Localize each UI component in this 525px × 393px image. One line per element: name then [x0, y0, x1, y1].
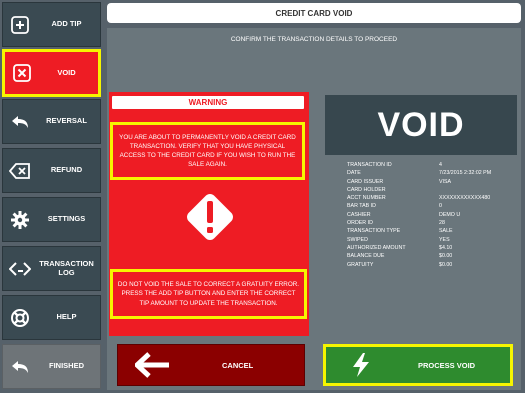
sidebar: ADD TIP VOID REVERSAL REFUND SETTINGS TR… — [0, 0, 104, 393]
detail-row: TRANSACTION TYPE SALE — [347, 228, 517, 236]
sidebar-item-label: HELP — [56, 312, 77, 322]
lifebuoy-icon — [3, 308, 37, 328]
arrow-left-icon — [118, 352, 188, 378]
detail-row: DATE 7/23/2015 2:32:02 PM — [347, 170, 517, 178]
sidebar-item-help[interactable]: HELP — [2, 295, 101, 340]
sidebar-item-settings[interactable]: SETTINGS — [2, 197, 101, 242]
detail-row: SWIPED YES — [347, 237, 517, 245]
detail-label: TRANSACTION TYPE — [347, 228, 401, 235]
detail-label: DATE — [347, 170, 361, 177]
sidebar-item-label: SETTINGS — [47, 214, 86, 224]
detail-label: SWIPED — [347, 236, 368, 243]
detail-value: SALE — [439, 228, 453, 235]
confirm-instruction: CONFIRM THE TRANSACTION DETAILS TO PROCE… — [230, 36, 398, 43]
detail-row: CARD ISSUER VISA — [347, 179, 517, 187]
process-void-button[interactable]: PROCESS VOID — [323, 344, 513, 386]
sidebar-item-refund[interactable]: REFUND — [2, 148, 101, 193]
detail-row: TRANSACTION ID 4 — [347, 162, 517, 170]
app-root: ADD TIP VOID REVERSAL REFUND SETTINGS TR… — [0, 0, 525, 393]
sidebar-item-reversal[interactable]: REVERSAL — [2, 99, 101, 144]
sidebar-item-finished[interactable]: FINISHED — [2, 344, 101, 389]
detail-label: AUTHORIZED AMOUNT — [347, 244, 406, 251]
detail-value: $0.00 — [439, 253, 453, 260]
sidebar-item-transaction-log[interactable]: TRANSACTION LOG — [2, 246, 101, 291]
sidebar-item-label: REFUND — [50, 165, 83, 175]
detail-label: ORDER ID — [347, 220, 373, 227]
sidebar-item-label: FINISHED — [48, 361, 84, 371]
detail-value: 28 — [439, 220, 445, 227]
sidebar-item-label: REVERSAL — [46, 116, 87, 126]
detail-row: BAR TAB ID 0 — [347, 203, 517, 211]
page-title: CREDIT CARD VOID — [107, 3, 521, 23]
detail-value: VISA — [439, 178, 452, 185]
reply-arrow-icon — [3, 112, 37, 132]
detail-label: CARD ISSUER — [347, 178, 384, 185]
detail-row: CASHIER DEMO U — [347, 212, 517, 220]
void-display: VOID — [325, 95, 517, 155]
sidebar-item-label: VOID — [57, 67, 76, 77]
detail-row: GRATUITY $0.00 — [347, 262, 517, 270]
cancel-label: CANCEL — [222, 360, 254, 370]
cancel-button[interactable]: CANCEL — [117, 344, 305, 386]
detail-value: 0 — [439, 203, 442, 210]
detail-label: ACCT NUMBER — [347, 195, 386, 202]
gratuity-notice-text: DO NOT VOID THE SALE TO CORRECT A GRATUI… — [117, 281, 300, 307]
lightning-icon — [326, 352, 396, 378]
sidebar-item-add-tip[interactable]: ADD TIP — [2, 2, 101, 47]
transaction-details: TRANSACTION ID 4 DATE 7/23/2015 2:32:02 PM… — [347, 162, 517, 270]
gear-icon — [3, 210, 37, 230]
detail-row: ORDER ID 28 — [347, 220, 517, 228]
detail-label: BAR TAB ID — [347, 203, 376, 210]
detail-label: CARD HOLDER — [347, 186, 386, 193]
sidebar-item-label: ADD TIP — [51, 19, 82, 29]
detail-label: TRANSACTION ID — [347, 162, 392, 168]
reply-arrow-icon — [3, 357, 37, 377]
sidebar-item-label: TRANSACTION LOG — [39, 258, 94, 277]
process-void-label: PROCESS VOID — [418, 360, 476, 370]
warning-message-text: YOU ARE ABOUT TO PERMANENTLY VOID A CRED… — [119, 133, 296, 169]
detail-label: BALANCE DUE — [347, 253, 385, 260]
detail-row: AUTHORIZED AMOUNT $4.10 — [347, 245, 517, 253]
code-brackets-icon — [3, 261, 37, 277]
detail-value: $0.00 — [439, 261, 453, 268]
detail-row: ACCT NUMBER XXXXXXXXXXXX480 — [347, 195, 517, 203]
detail-label: GRATUITY — [347, 261, 374, 268]
detail-value: YES — [439, 236, 450, 243]
warning-message: YOU ARE ABOUT TO PERMANENTLY VOID A CRED… — [110, 122, 305, 180]
sidebar-item-void[interactable]: VOID — [2, 49, 101, 97]
detail-row: CARD HOLDER — [347, 187, 517, 195]
backspace-icon — [3, 162, 37, 180]
detail-row: BALANCE DUE $0.00 — [347, 253, 517, 261]
detail-value: DEMO U — [439, 211, 461, 218]
gratuity-notice: DO NOT VOID THE SALE TO CORRECT A GRATUI… — [110, 269, 307, 319]
detail-value: 7/23/2015 2:32:02 PM — [439, 170, 492, 177]
main-panel: CONFIRM THE TRANSACTION DETAILS TO PROCE… — [107, 28, 521, 390]
plus-square-icon — [3, 15, 37, 35]
detail-value: 4 — [439, 162, 442, 168]
warning-diamond-icon — [179, 186, 241, 248]
warning-title: WARNING — [110, 94, 306, 111]
x-square-icon — [5, 63, 39, 83]
detail-value: XXXXXXXXXXXX480 — [439, 195, 491, 202]
detail-label: CASHIER — [347, 211, 371, 218]
detail-value — [439, 187, 517, 195]
detail-value: $4.10 — [439, 244, 453, 251]
